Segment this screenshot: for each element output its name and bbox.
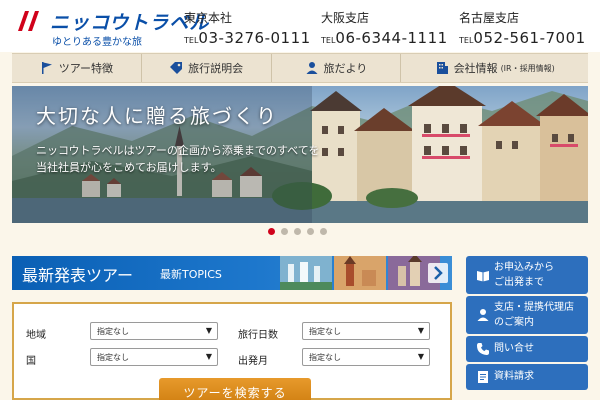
- hero-headline: 大切な人に贈る旅づくり: [36, 104, 278, 128]
- person-icon: [477, 309, 489, 321]
- branch-name: 大阪支店: [321, 11, 370, 25]
- duration-select[interactable]: 指定なし ▼: [302, 322, 430, 340]
- branch-name: 東京本社: [184, 11, 233, 25]
- request-brochure-button[interactable]: 資料請求: [466, 364, 588, 390]
- nav-label: 旅だより: [323, 62, 368, 75]
- building-icon: [436, 62, 448, 74]
- tel-number[interactable]: 052-561-7001: [473, 29, 585, 47]
- banner-images: [280, 256, 440, 290]
- field-label-departure-month: 出発月: [238, 356, 268, 367]
- nav-item-travel-letters[interactable]: 旅だより: [272, 54, 402, 82]
- branch-name: 名古屋支店: [459, 11, 520, 25]
- country-select[interactable]: 指定なし ▼: [90, 348, 218, 366]
- brand-tagline: ゆとりある豊かな旅: [52, 37, 142, 48]
- nav-item-tour-features[interactable]: ツアー特徴: [12, 54, 142, 82]
- site-header: ニッコウトラベル ゆとりある豊かな旅 東京本社 TEL03-3276-0111 …: [0, 0, 600, 52]
- slider-dot[interactable]: [307, 228, 314, 235]
- slider-dot[interactable]: [281, 228, 288, 235]
- side-label: 問い合せ: [494, 343, 534, 354]
- search-tours-button[interactable]: ツアーを検索する: [159, 378, 311, 400]
- branches-agencies-button[interactable]: 支店・提携代理店 のご案内: [466, 296, 588, 334]
- person-icon: [306, 62, 318, 74]
- caret-down-icon: ▼: [205, 352, 212, 361]
- caret-down-icon: ▼: [417, 326, 424, 335]
- nav-item-company-info[interactable]: 会社情報 (IR・採用情報): [401, 54, 588, 82]
- region-select[interactable]: 指定なし ▼: [90, 322, 218, 340]
- side-label: 支店・提携代理店: [494, 302, 574, 313]
- slider-dot[interactable]: [320, 228, 327, 235]
- branch-phone[interactable]: TEL052-561-7001: [459, 28, 586, 47]
- new-tours-banner[interactable]: 最新発表ツアー 最新TOPICS: [12, 256, 452, 290]
- chevron-right-icon: [428, 263, 448, 283]
- application-guide-button[interactable]: お申込みから ご出発まで: [466, 256, 588, 294]
- field-label-duration: 旅行日数: [238, 330, 278, 341]
- branch-phone[interactable]: TEL03-3276-0111: [184, 28, 311, 47]
- branch-osaka: 大阪支店 TEL06-6344-1111: [321, 9, 448, 47]
- logo[interactable]: ニッコウトラベル ゆとりある豊かな旅: [16, 7, 208, 48]
- slider-dots: [268, 228, 327, 235]
- nav-label: ツアー特徴: [58, 62, 114, 75]
- banner-subtitle: 最新TOPICS: [160, 268, 222, 281]
- nav-sublabel: (IR・採用情報): [500, 63, 555, 73]
- tel-number[interactable]: 03-3276-0111: [198, 29, 310, 47]
- tour-search-form: 地域 指定なし ▼ 旅行日数 指定なし ▼ 国 指定なし ▼ 出発月 指定なし …: [12, 302, 452, 400]
- branch-phone[interactable]: TEL06-6344-1111: [321, 28, 448, 47]
- select-value: 指定なし: [309, 353, 341, 362]
- departure-month-select[interactable]: 指定なし ▼: [302, 348, 430, 366]
- side-label: のご案内: [494, 317, 534, 328]
- tel-label: TEL: [184, 36, 199, 45]
- side-label: 資料請求: [494, 371, 534, 382]
- book-icon: [477, 271, 489, 282]
- logo-mark-icon: [18, 11, 39, 31]
- select-value: 指定なし: [309, 327, 341, 336]
- nav-label: 会社情報: [453, 62, 498, 75]
- slider-dot[interactable]: [294, 228, 301, 235]
- tel-label: TEL: [321, 36, 336, 45]
- banner-title: 最新発表ツアー: [22, 266, 134, 285]
- contact-button[interactable]: 問い合せ: [466, 336, 588, 362]
- branch-nagoya: 名古屋支店 TEL052-561-7001: [459, 9, 586, 47]
- hero-slider[interactable]: 大切な人に贈る旅づくり ニッコウトラベルはツアーの企画から添乗までのすべてを当社…: [12, 86, 588, 223]
- hero-body: ニッコウトラベルはツアーの企画から添乗までのすべてを当社社員が心をこめてお届けし…: [36, 144, 320, 174]
- document-icon: [478, 371, 488, 383]
- caret-down-icon: ▼: [417, 352, 424, 361]
- caret-down-icon: ▼: [205, 326, 212, 335]
- field-label-country: 国: [26, 356, 36, 367]
- tel-label: TEL: [459, 36, 474, 45]
- flag-icon: [41, 62, 52, 74]
- nav-item-briefing[interactable]: 旅行説明会: [142, 54, 272, 82]
- select-value: 指定なし: [97, 327, 129, 336]
- branch-tokyo: 東京本社 TEL03-3276-0111: [184, 9, 311, 47]
- side-label: ご出発まで: [494, 277, 544, 288]
- side-label: お申込みから: [494, 262, 554, 273]
- phone-icon: [477, 343, 489, 355]
- slider-dot[interactable]: [268, 228, 275, 235]
- main-nav: ツアー特徴 旅行説明会 旅だより 会社情報 (IR・採用情報): [12, 53, 588, 83]
- nav-label: 旅行説明会: [188, 62, 244, 75]
- field-label-region: 地域: [26, 330, 46, 341]
- select-value: 指定なし: [97, 353, 129, 362]
- tel-number[interactable]: 06-6344-1111: [335, 29, 447, 47]
- tag-icon: [170, 62, 183, 74]
